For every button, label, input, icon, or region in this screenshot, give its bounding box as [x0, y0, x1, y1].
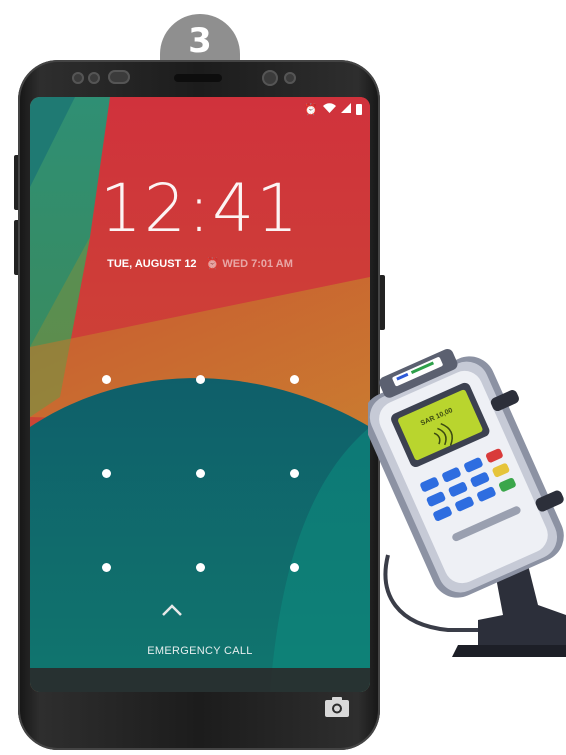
- pattern-dot-4[interactable]: [102, 469, 111, 478]
- sensor-icon: [88, 72, 100, 84]
- pattern-dot-9[interactable]: [290, 563, 299, 572]
- chevron-up-icon[interactable]: [161, 603, 183, 617]
- alarm-clock-icon: ⏰: [205, 258, 220, 270]
- pattern-dot-6[interactable]: [290, 469, 299, 478]
- stage: 3 ⏰ 12:41 TUE, AUGUST 12 ⏰ WED 7:01 AM E…: [0, 0, 566, 755]
- sensor-icon: [72, 72, 84, 84]
- iris-scanner-icon: [108, 70, 130, 84]
- alarm-icon: ⏰: [304, 104, 318, 116]
- pattern-dot-5[interactable]: [196, 469, 205, 478]
- pattern-dot-3[interactable]: [290, 375, 299, 384]
- pattern-dot-2[interactable]: [196, 375, 205, 384]
- earpiece-speaker: [174, 74, 222, 82]
- battery-icon: [356, 104, 362, 115]
- emergency-call-button[interactable]: EMERGENCY CALL: [30, 645, 370, 657]
- lock-screen[interactable]: ⏰ 12:41 TUE, AUGUST 12 ⏰ WED 7:01 AM EME…: [30, 97, 370, 692]
- date-text: TUE, AUGUST 12: [107, 258, 197, 270]
- next-alarm-text: WED 7:01 AM: [222, 258, 293, 270]
- signal-icon: [341, 103, 351, 116]
- sensor-icon: [284, 72, 296, 84]
- clock: 12:41: [99, 170, 301, 247]
- status-bar: ⏰: [304, 103, 362, 116]
- front-camera-icon: [262, 70, 278, 86]
- wifi-icon: [323, 103, 336, 116]
- pattern-dot-7[interactable]: [102, 563, 111, 572]
- pos-terminal: SAR 10,00: [368, 348, 566, 657]
- date-line: TUE, AUGUST 12 ⏰ WED 7:01 AM: [30, 257, 370, 270]
- next-alarm: ⏰ WED 7:01 AM: [206, 258, 293, 270]
- camera-icon[interactable]: [324, 696, 350, 718]
- pattern-dot-8[interactable]: [196, 563, 205, 572]
- pattern-dot-1[interactable]: [102, 375, 111, 384]
